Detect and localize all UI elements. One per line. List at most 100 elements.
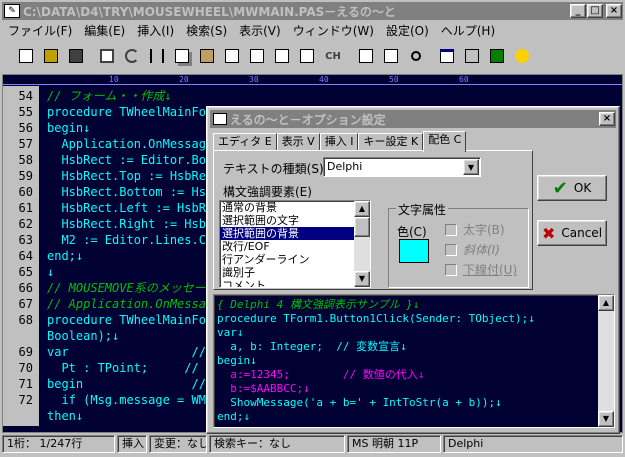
tree-button[interactable] [460, 45, 483, 67]
syntax-element-item[interactable]: 識別子 [220, 266, 354, 279]
preview-line: { Delphi 4 構文強調表示サンプル }↓ [217, 298, 420, 311]
chevron-down-icon[interactable]: ▼ [463, 159, 479, 175]
status-language: Delphi [443, 435, 623, 453]
undo-button[interactable] [120, 45, 143, 67]
line-number: 56 [18, 121, 33, 135]
preview-line: b:=$AABBCC;↓ [217, 382, 310, 395]
close-button[interactable]: × [606, 4, 622, 18]
new-file-button[interactable] [14, 45, 37, 67]
tab-editor[interactable]: エディタ E [213, 133, 277, 151]
save-icon [68, 49, 83, 63]
code-line[interactable]: begin↓ [47, 120, 90, 136]
copy-button[interactable] [170, 45, 193, 67]
menu-insert[interactable]: 挿入(I) [131, 22, 180, 39]
code-line[interactable]: // Application.OnMessage↓ [47, 296, 228, 312]
line-number: 67 [18, 297, 33, 311]
code-line[interactable]: // MOUSEMOVE系のメッセージ↓ [47, 280, 225, 296]
syntax-element-item[interactable]: 改行/EOF [220, 240, 354, 253]
scroll-down-icon[interactable]: ▼ [598, 411, 614, 427]
menu-help[interactable]: ヘルプ(H) [435, 22, 501, 39]
window-title: C:\DATA\D4\TRY\MOUSEWHEEL\MWMAIN.PAS－えるの… [23, 4, 396, 19]
tree-icon [464, 49, 479, 63]
bold-checkbox[interactable]: 太字(B) [445, 221, 505, 238]
scroll-up-icon[interactable]: ▲ [598, 295, 614, 311]
text-type-label: テキストの種類(S) [223, 162, 324, 176]
cancel-icon: ✖ [541, 223, 556, 243]
tab-view[interactable]: 表示 V [276, 133, 320, 151]
syntax-preview: { Delphi 4 構文強調表示サンプル }↓ procedure TForm1… [213, 294, 615, 428]
text-type-dropdown[interactable]: Delphi ▼ [323, 157, 481, 177]
title-bar[interactable]: ✎ C:\DATA\D4\TRY\MOUSEWHEEL\MWMAIN.PAS－え… [2, 2, 623, 20]
open-file-button[interactable] [39, 45, 62, 67]
scroll-down-icon[interactable]: ▼ [354, 271, 370, 287]
char-code-button[interactable]: CH [320, 45, 346, 67]
tool-button-2[interactable] [295, 45, 318, 67]
cut-button[interactable] [145, 45, 168, 67]
preview-scrollbar[interactable]: ▲ ▼ [598, 295, 614, 427]
ruler-mark: 10 [109, 75, 119, 84]
minimize-button[interactable]: _ [570, 4, 586, 18]
dialog-close-button[interactable]: × [599, 112, 615, 126]
menu-edit[interactable]: 編集(E) [78, 22, 131, 39]
line-number: 57 [18, 137, 33, 151]
dialog-title-bar[interactable]: えるの～と－オプション設定 × [210, 110, 616, 128]
code-line[interactable]: end;↓ [47, 248, 83, 264]
preview-line: procedure TForm1.Button1Click(Sender: TO… [217, 312, 535, 325]
maximize-button[interactable]: □ [587, 4, 603, 18]
code-line[interactable]: // フォーム・・作成↓ [47, 88, 172, 104]
menu-file[interactable]: ファイル(F) [2, 22, 78, 39]
line-number: 60 [18, 185, 33, 199]
italic-checkbox[interactable]: 斜体(I) [445, 241, 500, 258]
ok-button[interactable]: ✔ OK [537, 175, 607, 201]
code-line[interactable]: Boolean);↓ [47, 328, 119, 344]
char-attr-label: 文字属性 [396, 201, 449, 218]
tool-button-1[interactable] [270, 45, 293, 67]
syntax-element-item[interactable]: 行アンダーライン [220, 253, 354, 266]
macro-button[interactable] [485, 45, 508, 67]
scroll-up-icon[interactable]: ▲ [354, 201, 370, 217]
line-number-gutter: 54 55 56 57 58 59 60 61 62 63 64 65 66 67 68 69 70 71 72 [3, 86, 39, 426]
underline-label: 下線付(U) [463, 263, 518, 277]
code-line[interactable]: ↓ [47, 264, 54, 280]
find-button[interactable] [404, 45, 427, 67]
window-icon [439, 49, 454, 63]
undo-icon [124, 49, 139, 63]
menu-search[interactable]: 検索(S) [180, 22, 233, 39]
print-button[interactable] [95, 45, 118, 67]
tab-key-settings[interactable]: キー設定 K [358, 133, 424, 151]
save-button[interactable] [64, 45, 87, 67]
syntax-element-item[interactable]: コメント [220, 279, 354, 287]
syntax-elements-list[interactable]: 通常の背景 選択範囲の文字 選択範囲の背景 改行/EOF 行アンダーライン 識別子 コメント… [219, 200, 371, 288]
column-ruler: 10 20 30 40 50 60 [3, 75, 622, 85]
underline-checkbox[interactable]: 下線付(U) [445, 261, 517, 278]
cancel-button[interactable]: ✖ Cancel [537, 220, 607, 246]
app-icon[interactable]: ✎ [4, 4, 20, 18]
code-line[interactable]: then↓ [47, 408, 83, 424]
color-swatch[interactable] [399, 239, 429, 263]
syntax-element-item[interactable]: 選択範囲の背景 [220, 227, 354, 240]
paste-icon [199, 49, 214, 63]
copy-icon [174, 49, 189, 63]
tab-color[interactable]: 配色 C [423, 131, 467, 152]
menu-settings[interactable]: 設定(O) [380, 22, 435, 39]
menu-window[interactable]: ウィンドウ(W) [287, 22, 380, 39]
new-file-icon [18, 49, 33, 63]
line-number: 62 [18, 217, 33, 231]
paste-special-button[interactable] [220, 45, 243, 67]
syntax-element-item[interactable]: 選択範囲の文字 [220, 214, 354, 227]
syntax-elements-label: 構文強調要素(E) [223, 185, 312, 199]
help-button[interactable] [510, 45, 533, 67]
paste-button[interactable] [195, 45, 218, 67]
tab-insert[interactable]: 挿入 I [319, 133, 359, 151]
window-button[interactable] [435, 45, 458, 67]
syntax-element-item[interactable]: 通常の背景 [220, 201, 354, 214]
options-button[interactable] [379, 45, 402, 67]
delete-button[interactable] [245, 45, 268, 67]
ruler-mark: 60 [459, 75, 469, 84]
list-scrollbar[interactable]: ▲ ▼ [354, 201, 370, 287]
color-label: 色(C) [397, 225, 427, 239]
menu-view[interactable]: 表示(V) [233, 22, 287, 39]
ruler-mark: 40 [319, 75, 329, 84]
scroll-thumb[interactable] [354, 217, 370, 237]
font-dialog-button[interactable] [354, 45, 377, 67]
